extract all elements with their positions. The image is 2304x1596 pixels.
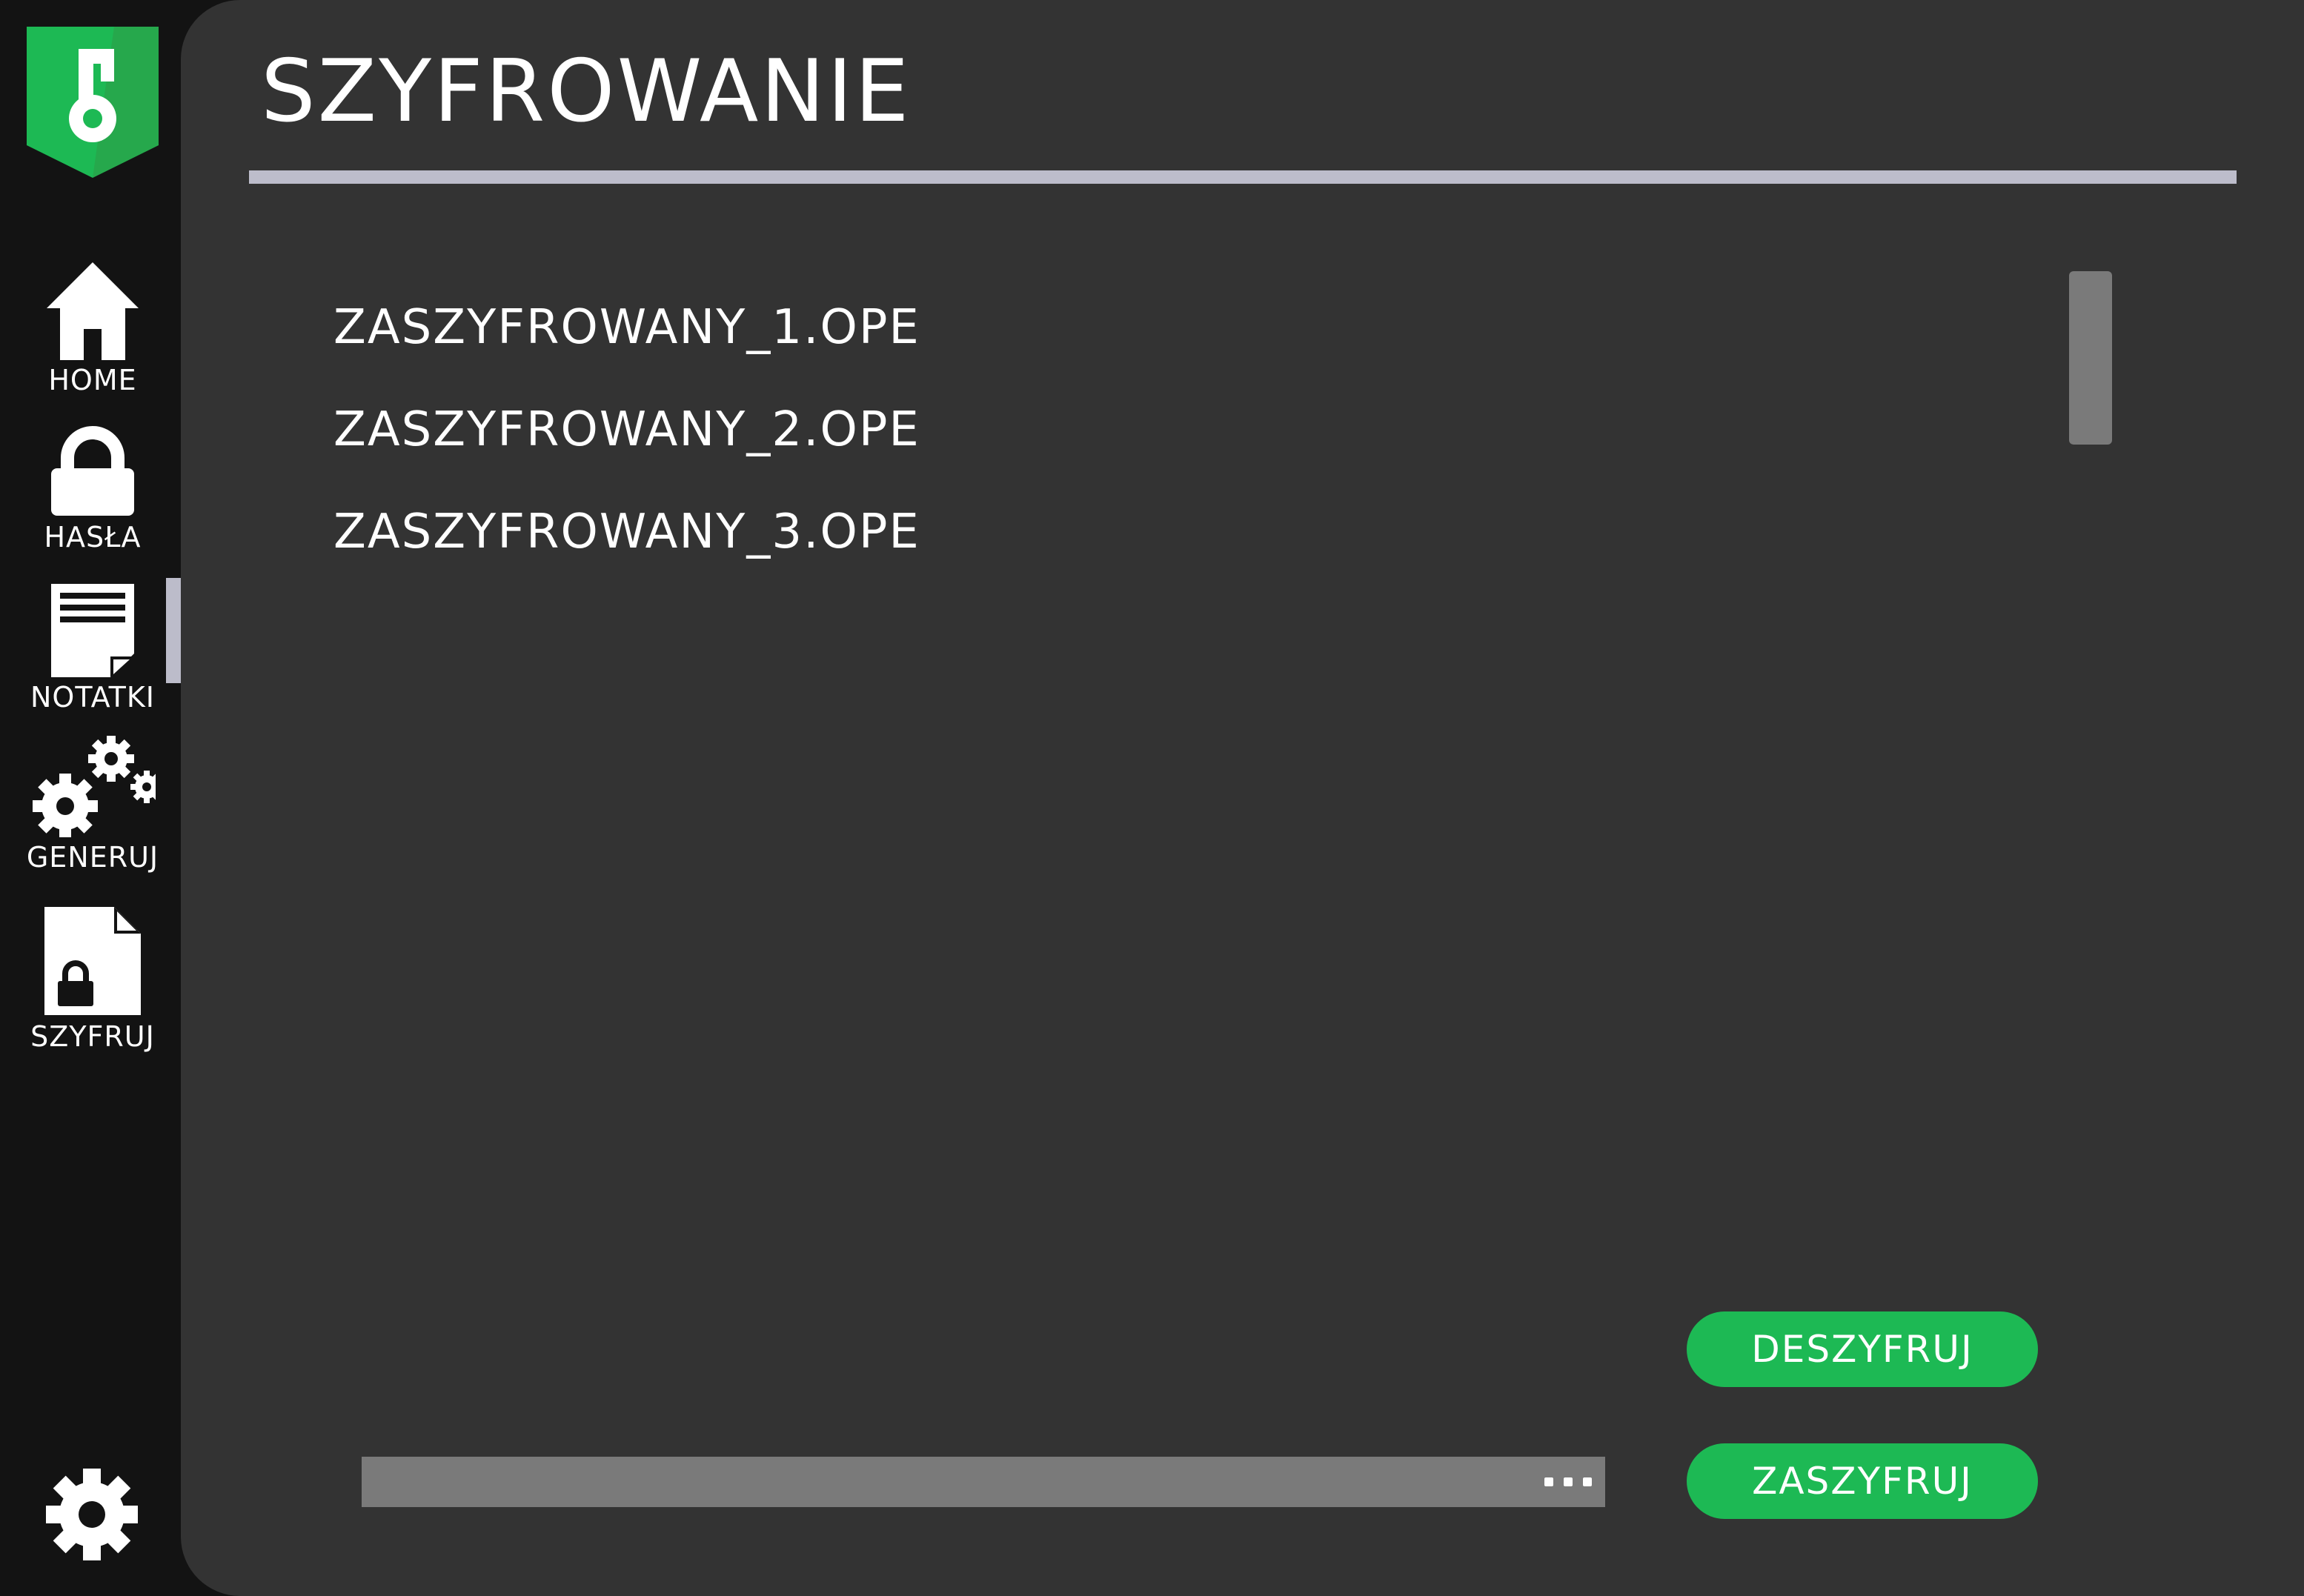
active-indicator xyxy=(166,578,181,683)
sidebar-item-label: GENERUJ xyxy=(26,841,159,874)
ellipsis-icon[interactable] xyxy=(1544,1461,1592,1503)
lock-icon xyxy=(50,425,136,520)
decrypt-button[interactable]: DESZYFRUJ xyxy=(1687,1311,2038,1387)
scrollbar-thumb[interactable] xyxy=(2069,271,2112,445)
file-path-field[interactable] xyxy=(362,1457,1605,1507)
home-icon xyxy=(45,261,140,363)
encrypt-button[interactable]: ZASZYFRUJ xyxy=(1687,1443,2038,1519)
sidebar-item-label: NOTATKI xyxy=(30,681,155,714)
gears-icon xyxy=(30,735,163,840)
app-window: HOME HASŁA NOTATKI GENERUJ SZYFRUJ SZYFR… xyxy=(0,0,2304,1596)
sidebar-item-szyfruj[interactable]: SZYFRUJ xyxy=(0,905,185,1051)
title-divider xyxy=(249,170,2237,184)
key-shield-icon xyxy=(27,27,159,178)
list-item[interactable]: ZASZYFROWANY_1.OPE xyxy=(333,282,2112,384)
sidebar-item-generuj[interactable]: GENERUJ xyxy=(0,735,185,871)
list-item[interactable]: ZASZYFROWANY_2.OPE xyxy=(333,384,2112,486)
list-item[interactable]: ZASZYFROWANY_3.OPE xyxy=(333,486,2112,588)
note-icon xyxy=(50,582,136,680)
sidebar-item-label: HOME xyxy=(48,364,137,396)
sidebar-item-label: HASŁA xyxy=(44,521,142,553)
gear-icon xyxy=(46,1469,138,1563)
locked-file-icon xyxy=(43,905,142,1020)
sidebar-item-notatki[interactable]: NOTATKI xyxy=(0,582,185,711)
page-title: SZYFROWANIE xyxy=(261,41,912,142)
file-list: ZASZYFROWANY_1.OPE ZASZYFROWANY_2.OPE ZA… xyxy=(333,282,2112,588)
settings-button[interactable] xyxy=(46,1469,138,1560)
main-panel: SZYFROWANIE ZASZYFROWANY_1.OPE ZASZYFROW… xyxy=(181,0,2304,1596)
sidebar: HOME HASŁA NOTATKI GENERUJ SZYFRUJ xyxy=(0,0,181,1596)
sidebar-item-label: SZYFRUJ xyxy=(30,1020,155,1053)
sidebar-item-hasla[interactable]: HASŁA xyxy=(0,425,185,551)
sidebar-item-home[interactable]: HOME xyxy=(0,261,185,394)
